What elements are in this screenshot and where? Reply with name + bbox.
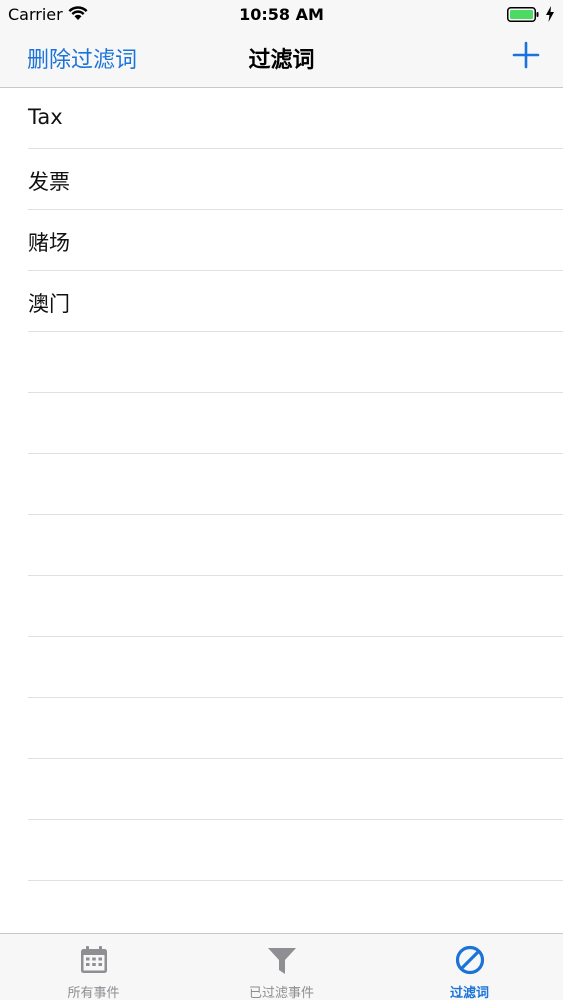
empty-row <box>28 576 563 637</box>
empty-row <box>28 454 563 515</box>
plus-icon <box>512 41 540 69</box>
tab-filtered-events[interactable]: 已过滤事件 <box>188 934 375 1000</box>
navigation-bar: 删除过滤词 过滤词 <box>0 30 563 88</box>
tab-all-events[interactable]: 所有事件 <box>0 934 187 1000</box>
empty-row <box>28 515 563 576</box>
calendar-icon <box>80 946 107 973</box>
list-item[interactable]: 发票 <box>28 149 563 210</box>
empty-row <box>28 637 563 698</box>
list-item-label: 澳门 <box>28 292 70 316</box>
add-filter-word-button[interactable] <box>511 40 541 70</box>
list-item-label: 赌场 <box>28 231 70 255</box>
block-icon <box>455 945 484 975</box>
tab-bar: 所有事件 已过滤事件 过滤词 <box>0 933 563 1000</box>
list-item[interactable]: 赌场 <box>28 210 563 271</box>
tab-label: 已过滤事件 <box>248 985 314 1000</box>
delete-filter-words-button[interactable]: 删除过滤词 <box>27 42 137 74</box>
list-item[interactable]: Tax <box>28 88 563 149</box>
empty-row <box>28 393 563 454</box>
tab-label: 过滤词 <box>449 985 489 1000</box>
funnel-icon <box>267 948 296 974</box>
status-bar: Carrier 10:58 AM <box>0 0 563 30</box>
empty-row <box>28 881 563 933</box>
tab-filter-words[interactable]: 过滤词 <box>376 934 563 1000</box>
empty-row <box>28 332 563 393</box>
list-item-label: 发票 <box>28 170 70 194</box>
charging-bolt-icon <box>546 6 554 22</box>
list-item[interactable]: 澳门 <box>28 271 563 332</box>
battery-icon <box>507 7 539 22</box>
filter-word-list[interactable]: Tax 发票 赌场 澳门 <box>0 88 563 933</box>
empty-row <box>28 820 563 881</box>
empty-row <box>28 698 563 759</box>
list-item-label: Tax <box>28 105 63 129</box>
status-time: 10:58 AM <box>239 5 324 24</box>
tab-label: 所有事件 <box>67 985 120 1000</box>
empty-row <box>28 759 563 820</box>
